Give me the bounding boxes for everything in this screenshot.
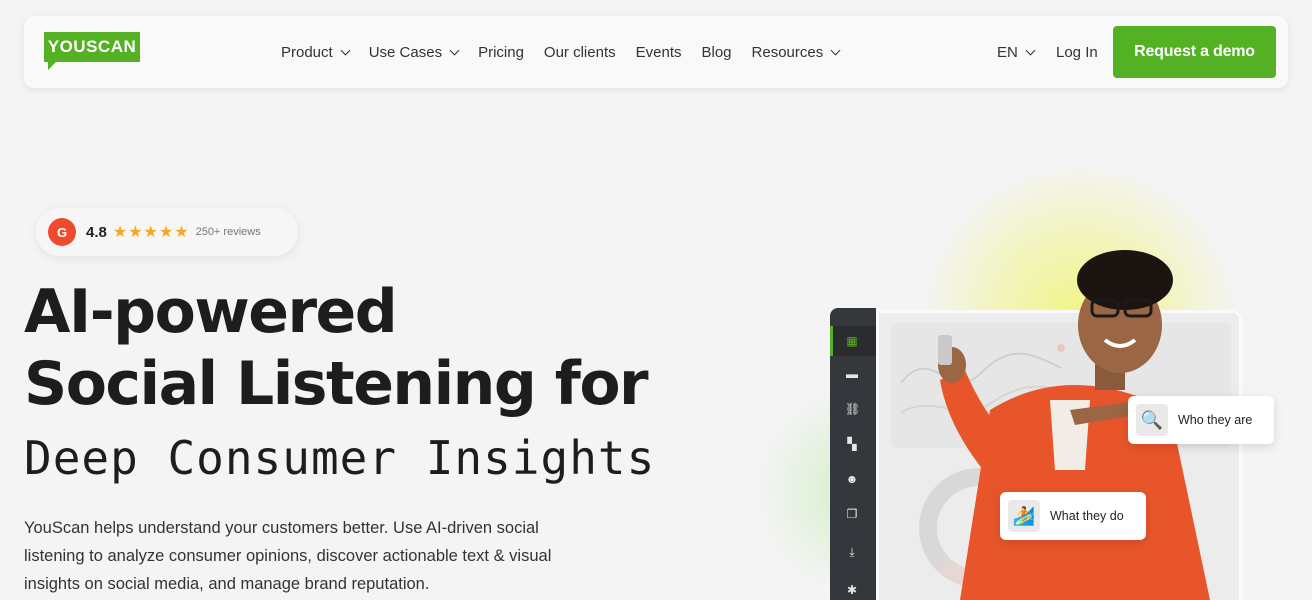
insight-card-label: Who they are: [1178, 413, 1253, 427]
hero-title-line3: Deep Consumer Insights: [24, 431, 656, 485]
link-icon: ⛓: [845, 402, 861, 416]
chevron-down-icon: [340, 45, 351, 55]
language-selector[interactable]: EN: [997, 16, 1036, 88]
g2-logo-icon: G: [48, 218, 76, 246]
hero-title: AI-powered Social Listening for: [24, 276, 724, 420]
download-icon: ⤓: [849, 545, 855, 559]
rating-stars-icon: ★★★★★: [112, 224, 190, 241]
chevron-down-icon: [449, 45, 460, 55]
chevron-down-icon: [830, 45, 841, 55]
top-navigation: YOUSCAN Product Use Cases Pricing Our cl…: [24, 16, 1288, 88]
menu-item-events[interactable]: Events: [636, 44, 682, 61]
g2-rating-badge[interactable]: G 4.8 ★★★★★ 250+ reviews: [36, 208, 298, 256]
menu-item-label: Blog: [701, 43, 732, 61]
hero-description: YouScan helps understand your customers …: [24, 519, 552, 593]
language-label: EN: [997, 43, 1018, 61]
copy-icon: ❐: [846, 507, 858, 521]
rating-score: 4.8: [86, 223, 107, 241]
list-icon: ▬: [846, 367, 858, 381]
chart-icon: ▦: [846, 334, 858, 348]
hero-title-line2: Social Listening for: [24, 349, 649, 419]
dashboard-sidebar: ▦ ▬ ⛓ ▚ ☻ ❐ ⤓ ✱: [830, 308, 876, 600]
request-demo-button[interactable]: Request a demo: [1113, 26, 1276, 78]
menu-item-label: Our clients: [543, 43, 616, 61]
menu-item-label: Resources: [751, 43, 824, 61]
menu-item-use-cases[interactable]: Use Cases: [368, 43, 460, 61]
dashboard-icon: ▚: [847, 437, 857, 451]
logo-speech-tail: [48, 61, 57, 70]
menu-item-label: Product: [281, 43, 333, 61]
insight-card-what: 🏄 What they do: [1000, 492, 1146, 540]
chevron-down-icon: [1025, 45, 1036, 55]
youscan-logo[interactable]: YOUSCAN: [44, 32, 140, 62]
reviews-count: 250+ reviews: [195, 226, 261, 238]
insight-card-who: 🔍 Who they are: [1128, 396, 1274, 444]
menu-item-our-clients[interactable]: Our clients: [544, 44, 616, 61]
menu-item-product[interactable]: Product: [281, 43, 351, 61]
menu-item-label: Events: [635, 43, 682, 61]
login-link[interactable]: Log In: [1056, 16, 1098, 88]
menu-item-label: Pricing: [478, 43, 524, 61]
hero-title-line1: AI-powered: [24, 277, 398, 347]
menu-item-label: Use Cases: [368, 43, 443, 61]
menu-item-resources[interactable]: Resources: [751, 43, 841, 61]
insight-card-label: What they do: [1050, 509, 1124, 523]
main-menu: Product Use Cases Pricing Our clients Ev…: [281, 16, 859, 88]
menu-item-blog[interactable]: Blog: [701, 44, 731, 61]
surfer-icon: 🏄: [1008, 500, 1040, 532]
menu-item-pricing[interactable]: Pricing: [478, 44, 524, 61]
magnifier-icon: 🔍: [1136, 404, 1168, 436]
gear-icon: ✱: [846, 583, 858, 597]
users-icon: ☻: [845, 472, 859, 486]
